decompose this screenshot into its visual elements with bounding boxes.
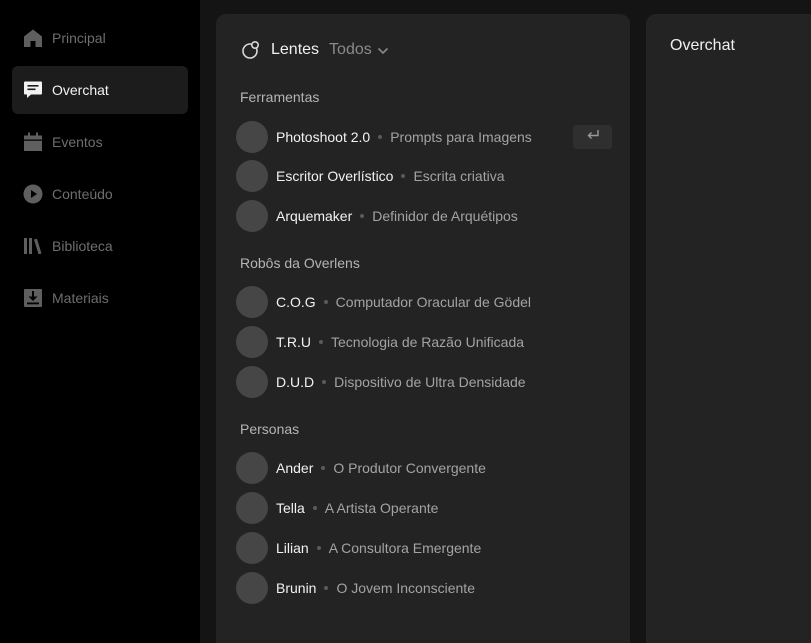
avatar xyxy=(236,286,268,318)
list-item[interactable]: Ander O Produtor Convergente xyxy=(236,452,612,484)
separator-dot xyxy=(360,214,365,218)
separator-dot xyxy=(378,135,383,139)
library-icon xyxy=(23,236,43,256)
list-item[interactable]: Arquemaker Definidor de Arquétipos xyxy=(236,200,612,232)
item-name: Arquemaker xyxy=(276,208,353,224)
lens-icon xyxy=(241,40,261,60)
chevron-down-icon xyxy=(377,44,389,56)
sidebar-item-conteudo[interactable]: Conteúdo xyxy=(12,170,188,218)
chat-panel: Overchat xyxy=(646,14,811,643)
item-description: O Jovem Inconsciente xyxy=(336,580,475,596)
item-name: T.R.U xyxy=(276,334,311,350)
list-item[interactable]: D.U.D Dispositivo de Ultra Densidade xyxy=(236,366,612,398)
separator-dot xyxy=(321,466,326,470)
app-window: Principal Overchat Eventos Conteúdo Bibl… xyxy=(0,0,811,643)
download-icon xyxy=(23,288,43,308)
separator-dot xyxy=(312,506,317,510)
separator-dot xyxy=(323,300,328,304)
item-description: Definidor de Arquétipos xyxy=(372,208,518,224)
sidebar-item-label: Biblioteca xyxy=(52,238,113,254)
filter-label: Todos xyxy=(329,41,372,58)
item-name: Tella xyxy=(276,500,305,516)
separator-dot xyxy=(319,340,323,344)
section-title-ferramentas: Ferramentas xyxy=(240,89,320,105)
separator-dot xyxy=(322,380,327,384)
avatar xyxy=(236,492,268,524)
item-name: Ander xyxy=(276,460,314,476)
calendar-icon xyxy=(23,132,43,152)
item-name: Brunin xyxy=(276,580,317,596)
panel-title: Lentes xyxy=(271,41,320,58)
item-description: Escrita criativa xyxy=(413,168,505,184)
section-title-robos: Robôs da Overlens xyxy=(240,255,360,271)
separator-dot xyxy=(324,586,329,590)
item-description: Dispositivo de Ultra Densidade xyxy=(334,374,526,390)
play-icon xyxy=(23,184,43,204)
sidebar-item-label: Principal xyxy=(52,30,106,46)
avatar xyxy=(236,160,268,192)
item-description: Computador Oracular de Gödel xyxy=(335,294,531,310)
list-item[interactable]: Photoshoot 2.0 Prompts para Imagens xyxy=(236,121,612,153)
list-item[interactable]: C.O.G Computador Oracular de Gödel xyxy=(236,286,612,318)
sidebar-item-principal[interactable]: Principal xyxy=(12,14,188,62)
list-item[interactable]: Tella A Artista Operante xyxy=(236,492,612,524)
filter-dropdown[interactable]: Todos xyxy=(329,41,389,59)
list-item[interactable]: T.R.U Tecnologia de Razão Unificada xyxy=(236,326,612,358)
item-name: C.O.G xyxy=(276,294,316,310)
sidebar: Principal Overchat Eventos Conteúdo Bibl… xyxy=(0,0,200,643)
sidebar-item-label: Eventos xyxy=(52,134,103,150)
sidebar-item-label: Overchat xyxy=(52,82,109,98)
item-name: Escritor Overlístico xyxy=(276,168,394,184)
separator-dot xyxy=(401,174,406,178)
list-item[interactable]: Brunin O Jovem Inconsciente xyxy=(236,572,612,604)
chat-title: Overchat xyxy=(670,37,735,54)
list-item[interactable]: Lilian A Consultora Emergente xyxy=(236,532,612,564)
item-name: Photoshoot 2.0 xyxy=(276,129,371,145)
separator-dot xyxy=(316,546,321,550)
item-name: D.U.D xyxy=(276,374,315,390)
avatar xyxy=(236,572,268,604)
item-description: Prompts para Imagens xyxy=(390,129,532,145)
avatar xyxy=(236,532,268,564)
avatar xyxy=(236,366,268,398)
sidebar-item-label: Materiais xyxy=(52,290,109,306)
item-description: A Artista Operante xyxy=(324,500,439,516)
item-name: Lilian xyxy=(276,540,309,556)
avatar xyxy=(236,200,268,232)
avatar xyxy=(236,121,268,153)
chat-icon xyxy=(23,80,43,100)
home-icon xyxy=(23,28,43,48)
lentes-header: Lentes Todos xyxy=(241,39,389,61)
enter-icon xyxy=(586,128,600,146)
item-description: A Consultora Emergente xyxy=(328,540,482,556)
sidebar-item-label: Conteúdo xyxy=(52,186,113,202)
sidebar-item-materiais[interactable]: Materiais xyxy=(12,274,188,322)
item-description: Tecnologia de Razão Unificada xyxy=(331,334,525,350)
sidebar-item-eventos[interactable]: Eventos xyxy=(12,118,188,166)
item-description: O Produtor Convergente xyxy=(333,460,486,476)
sidebar-item-overchat[interactable]: Overchat xyxy=(12,66,188,114)
section-title-personas: Personas xyxy=(240,421,300,437)
sidebar-item-biblioteca[interactable]: Biblioteca xyxy=(12,222,188,270)
avatar xyxy=(236,452,268,484)
list-item[interactable]: Escritor Overlístico Escrita criativa xyxy=(236,160,612,192)
enter-key-hint[interactable] xyxy=(573,125,612,149)
avatar xyxy=(236,326,268,358)
lentes-panel: Lentes Todos Ferramentas Photoshoot 2.0 … xyxy=(216,14,630,643)
